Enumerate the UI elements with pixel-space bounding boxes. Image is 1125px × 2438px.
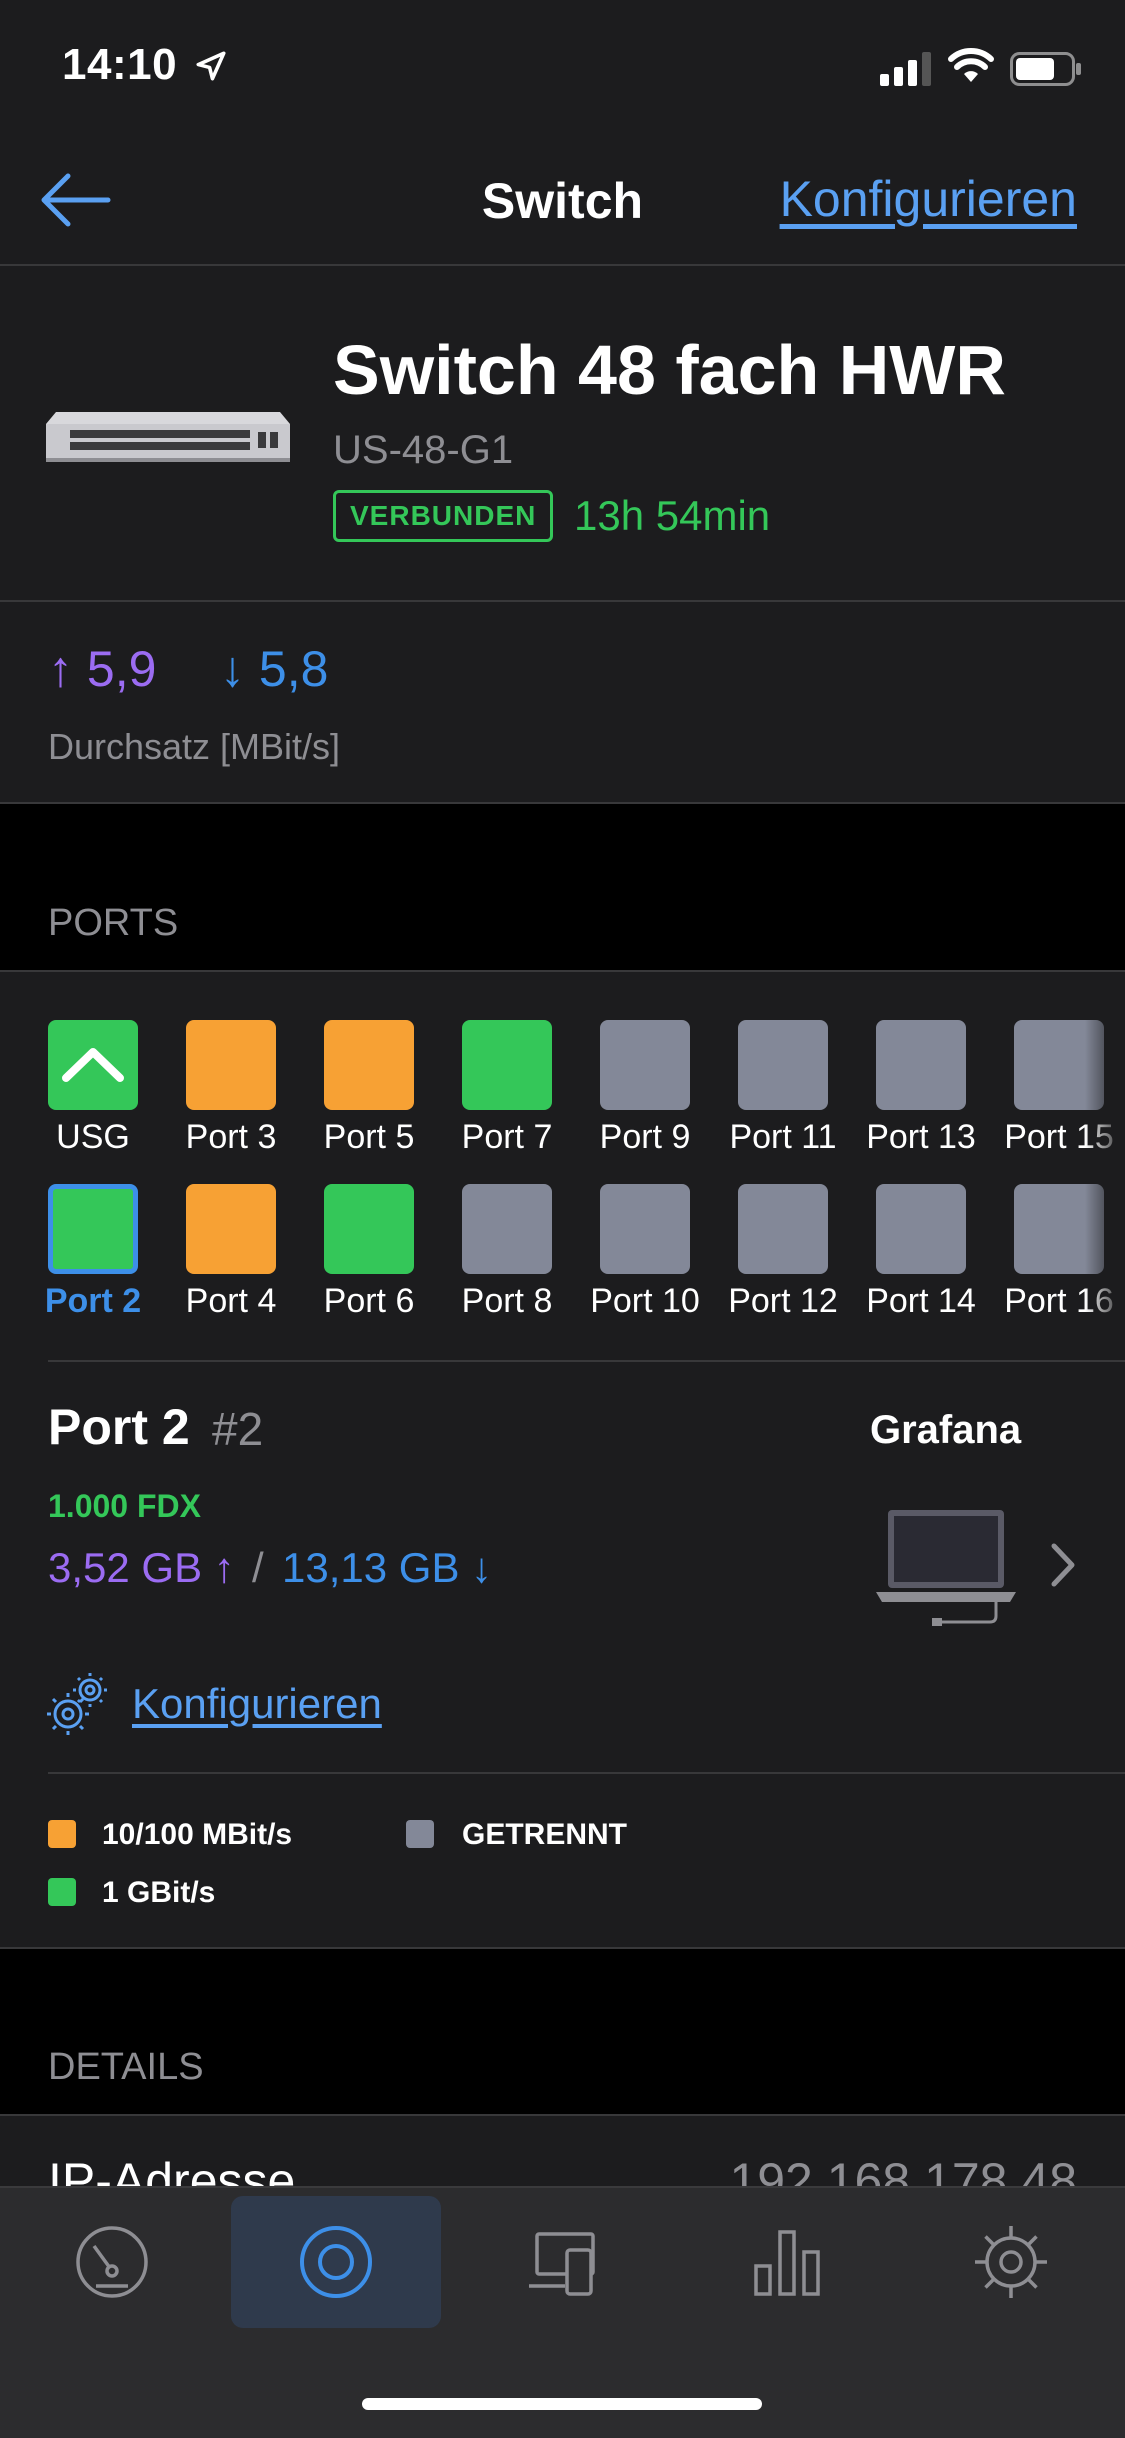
legend-swatch-orange: [48, 1820, 76, 1848]
throughput-label: Durchsatz [MBit/s]: [48, 726, 341, 767]
location-arrow-icon: [196, 51, 226, 81]
port-label: Port 2: [44, 1282, 142, 1320]
port-port-3[interactable]: Port 3: [176, 1020, 286, 1157]
divider: [48, 1360, 1125, 1362]
port-port-14[interactable]: Port 14: [866, 1184, 976, 1321]
port-status-square: [48, 1020, 138, 1110]
tab-dashboard[interactable]: [7, 2196, 217, 2328]
port-configure-link[interactable]: Konfigurieren: [132, 1680, 382, 1728]
legend-fast: 10/100 MBit/s: [102, 1818, 293, 1851]
port-status-square: [48, 1184, 138, 1274]
port-label: Port 7: [461, 1118, 553, 1156]
port-status-square: [738, 1020, 828, 1110]
port-port-7[interactable]: Port 7: [452, 1020, 562, 1157]
port-label: Port 9: [599, 1118, 691, 1156]
port-status-square: [738, 1184, 828, 1274]
tab-clients[interactable]: [458, 2196, 668, 2328]
settings-icon: [975, 2226, 1047, 2298]
port-port-5[interactable]: Port 5: [314, 1020, 424, 1157]
device-name: Switch 48 fach HWR: [333, 331, 1006, 409]
port-label: Port 4: [185, 1282, 277, 1320]
legend-gigabit: 1 GBit/s: [102, 1876, 216, 1909]
port-label: Port 10: [590, 1282, 700, 1320]
tab-settings[interactable]: [906, 2196, 1116, 2328]
status-time: 14:10: [62, 40, 228, 90]
chevron-right-icon[interactable]: [1048, 1540, 1078, 1590]
port-status-square: [186, 1184, 276, 1274]
port-detail-number: #2: [212, 1403, 264, 1455]
laptop-icon[interactable]: [876, 1506, 1024, 1626]
battery-icon: [1010, 52, 1081, 86]
port-port-2[interactable]: Port 2: [38, 1184, 148, 1321]
throughput-down: ↓ 5,8: [220, 641, 329, 697]
port-port-13[interactable]: Port 13: [866, 1020, 976, 1157]
port-port-10[interactable]: Port 10: [590, 1184, 700, 1321]
port-port-4[interactable]: Port 4: [176, 1184, 286, 1321]
tab-devices[interactable]: [231, 2196, 441, 2328]
port-label: USG: [56, 1118, 130, 1156]
port-detail-title: Port 2: [48, 1399, 190, 1455]
legend-swatch-green: [48, 1878, 76, 1906]
ports-section-title: PORTS: [48, 902, 179, 944]
port-label: Port 3: [185, 1118, 277, 1156]
port-port-6[interactable]: Port 6: [314, 1184, 424, 1321]
port-status-square: [324, 1184, 414, 1274]
status-badge: VERBUNDEN: [333, 490, 554, 542]
tab-statistics[interactable]: [683, 2196, 893, 2328]
port-port-11[interactable]: Port 11: [728, 1020, 838, 1157]
legend-swatch-gray: [406, 1820, 434, 1848]
port-usg[interactable]: USG: [38, 1020, 148, 1157]
dashboard-icon: [76, 2226, 148, 2298]
port-status-square: [462, 1020, 552, 1110]
chevron-up-icon: [62, 1048, 124, 1082]
port-status-square: [324, 1020, 414, 1110]
port-label: Port 12: [728, 1282, 838, 1320]
devices-target-icon: [300, 2226, 372, 2298]
ports-scroll-fade: [1085, 1010, 1125, 1350]
home-indicator[interactable]: [362, 2398, 762, 2410]
divider: [48, 1772, 1125, 1774]
port-port-8[interactable]: Port 8: [452, 1184, 562, 1321]
gears-icon[interactable]: [46, 1672, 110, 1736]
port-speed: 1.000 FDX: [48, 1488, 201, 1524]
throughput-up: ↑ 5,9: [48, 641, 157, 697]
port-label: Port 6: [323, 1282, 415, 1320]
throughput-panel: [0, 602, 1125, 804]
port-port-9[interactable]: Port 9: [590, 1020, 700, 1157]
port-label: Port 14: [866, 1282, 976, 1320]
client-name[interactable]: Grafana: [870, 1408, 1021, 1453]
switch-device-image: [46, 412, 290, 462]
port-label: Port 13: [866, 1118, 976, 1156]
statistics-icon: [754, 2230, 820, 2296]
configure-button[interactable]: Konfigurieren: [780, 170, 1077, 228]
port-status-square: [600, 1184, 690, 1274]
port-traffic-separator: /: [252, 1544, 264, 1591]
port-tx: 3,52 GB ↑: [48, 1544, 235, 1591]
legend-disconnected: GETRENNT: [462, 1818, 627, 1851]
port-status-square: [462, 1184, 552, 1274]
port-status-square: [876, 1020, 966, 1110]
port-status-square: [600, 1020, 690, 1110]
signal-icon: [880, 52, 931, 86]
clients-icon: [529, 2232, 595, 2296]
details-section-title: DETAILS: [48, 2046, 204, 2088]
port-status-square: [876, 1184, 966, 1274]
device-uptime: 13h 54min: [574, 492, 771, 539]
port-status-square: [186, 1020, 276, 1110]
port-label: Port 11: [729, 1118, 837, 1156]
port-label: Port 5: [323, 1118, 415, 1156]
port-port-12[interactable]: Port 12: [728, 1184, 838, 1321]
port-label: Port 8: [461, 1282, 553, 1320]
wifi-icon: [948, 48, 994, 82]
port-rx: 13,13 GB ↓: [282, 1544, 493, 1591]
device-model: US-48-G1: [333, 428, 514, 472]
